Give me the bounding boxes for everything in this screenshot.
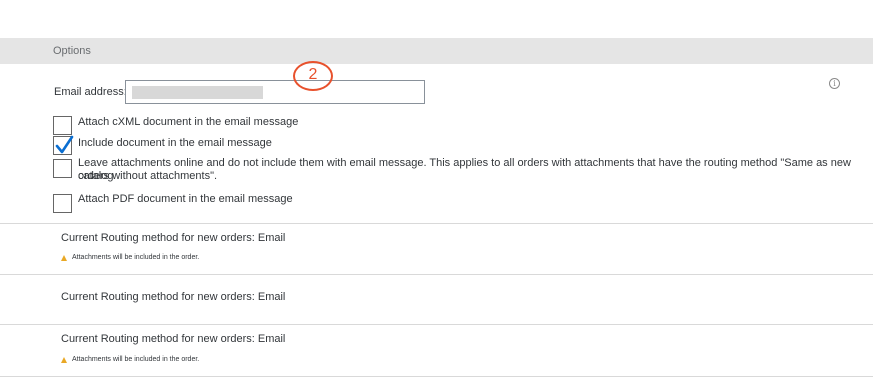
include-document-checkbox[interactable] bbox=[53, 135, 74, 155]
divider bbox=[0, 376, 873, 377]
warning-icon bbox=[61, 254, 67, 261]
divider bbox=[0, 274, 873, 275]
attachments-warning: Attachments will be included in the orde… bbox=[61, 356, 199, 363]
divider bbox=[0, 324, 873, 325]
warning-icon bbox=[61, 356, 67, 363]
divider bbox=[0, 223, 873, 224]
attachments-warning: Attachments will be included in the orde… bbox=[61, 254, 199, 261]
email-address-label: Email address: bbox=[54, 86, 127, 98]
include-document-label: Include document in the email message bbox=[78, 137, 272, 149]
options-title: Options bbox=[53, 45, 91, 57]
step-callout: 2 bbox=[293, 61, 333, 91]
redacted-email-value bbox=[132, 86, 263, 99]
routing-method-text: Current Routing method for new orders: E… bbox=[61, 232, 286, 244]
routing-method-text: Current Routing method for new orders: E… bbox=[61, 291, 286, 303]
info-icon[interactable]: i bbox=[829, 78, 840, 89]
options-section-header: Options bbox=[0, 38, 873, 64]
step-callout-number: 2 bbox=[308, 66, 318, 83]
attach-pdf-checkbox[interactable] bbox=[53, 194, 72, 213]
attach-cxml-checkbox[interactable] bbox=[53, 116, 72, 135]
attachments-warning-text: Attachments will be included in the orde… bbox=[72, 254, 200, 261]
leave-attachments-online-checkbox[interactable] bbox=[53, 159, 72, 178]
attach-pdf-label: Attach PDF document in the email message bbox=[78, 193, 293, 205]
attach-cxml-label: Attach cXML document in the email messag… bbox=[78, 116, 299, 128]
leave-attachments-label-line2: orders without attachments". bbox=[78, 170, 218, 182]
email-address-input[interactable] bbox=[125, 80, 425, 104]
attachments-warning-text: Attachments will be included in the orde… bbox=[72, 356, 200, 363]
checkmark-icon bbox=[55, 135, 74, 154]
routing-method-text: Current Routing method for new orders: E… bbox=[61, 333, 286, 345]
